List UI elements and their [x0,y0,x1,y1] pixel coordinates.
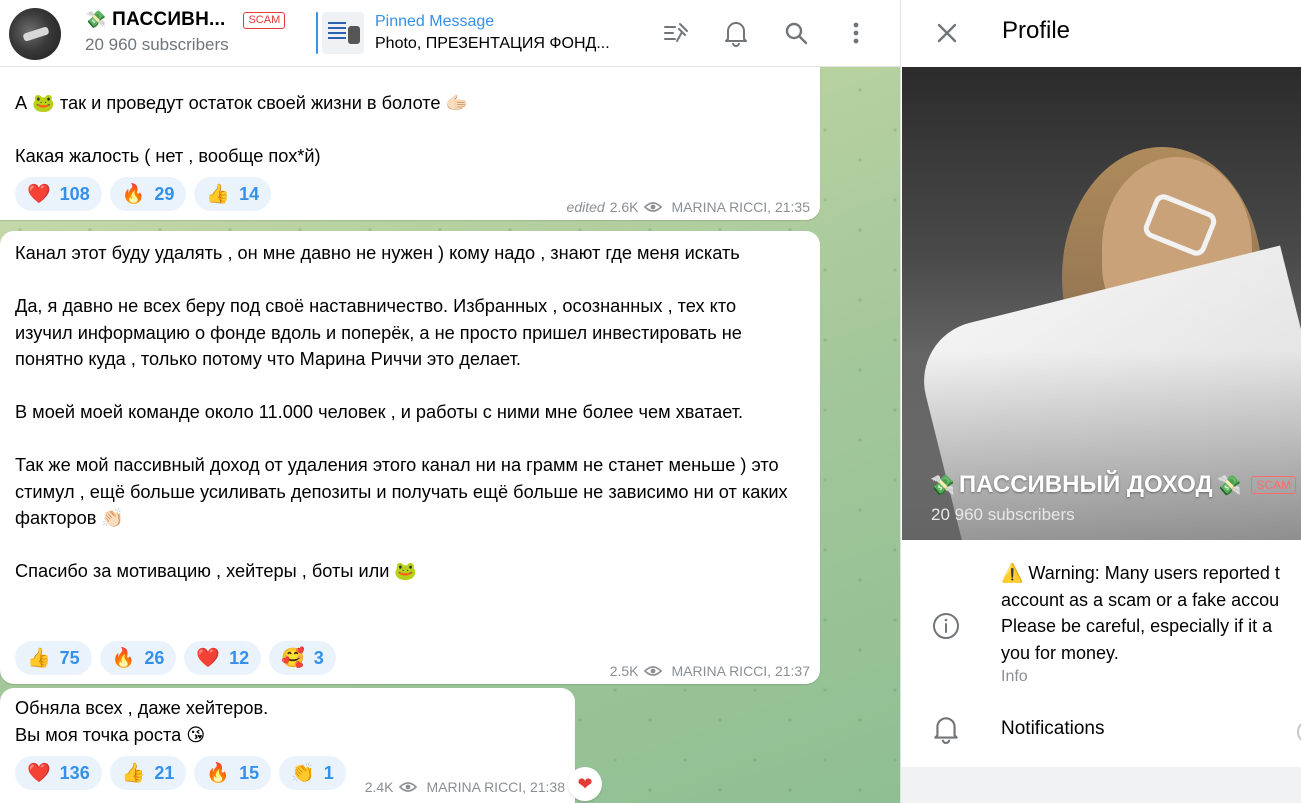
more-vertical-icon[interactable] [841,18,871,48]
info-label: Info [1001,668,1028,685]
channel-title-row[interactable]: 💸 ПАССИВН... SCAM [85,9,286,31]
reaction-fire[interactable]: 🔥 29 [109,177,187,211]
close-profile-button[interactable] [932,18,962,48]
bell-icon[interactable] [721,18,751,48]
reaction-thumbs-up[interactable]: 👍 14 [194,177,272,211]
reactions-row: ❤️ 136 👍 21 🔥 15 👏 1 [15,756,346,790]
eye-icon [398,782,417,792]
notifications-row[interactable]: Notifications [901,708,1301,753]
eye-icon [643,202,662,212]
eye-icon [643,666,662,676]
pinned-indicator-bar [316,12,318,54]
author-time: MARINA RICCI, 21:35 [671,199,811,215]
close-icon [937,23,957,43]
message-text: А 🐸 так и проведут остаток своей жизни в… [15,93,469,166]
scam-badge: SCAM [243,11,286,29]
reaction-fire[interactable]: 🔥 15 [194,756,272,790]
pinned-thumbnail [322,12,364,54]
bell-icon [934,717,958,744]
message-text: Обняла всех , даже хейтеров. Вы моя точк… [15,698,269,745]
reaction-thumbs-up[interactable]: 👍 21 [109,756,187,790]
reactions-row: 👍 75 🔥 26 ❤️ 12 🥰 3 [15,641,336,675]
view-count: 2.6K [609,199,639,215]
pinned-label: Pinned Message [375,13,495,30]
edited-label: edited [566,199,605,215]
chat-panel: 💸 ПАССИВН... SCAM 20 960 subscribers Pin… [0,0,900,803]
section-divider [901,767,1301,803]
notifications-label: Notifications [1001,718,1105,739]
reaction-smiling-hearts[interactable]: 🥰 3 [269,641,336,675]
profile-title: Profile [1002,17,1071,44]
reaction-heart[interactable]: ❤️ 12 [184,641,262,675]
profile-photo[interactable] [902,67,1301,540]
pin-list-icon[interactable] [661,18,691,48]
reaction-clap[interactable]: 👏 1 [279,756,346,790]
message-text: Канал этот буду удалять , он мне давно н… [15,243,788,581]
view-count: 2.4K [364,779,394,795]
profile-name: ПАССИВНЫЙ ДОХОД [958,471,1213,498]
profile-header: Profile [901,0,1301,66]
profile-name-row: 💸 ПАССИВНЫЙ ДОХОД 💸 SCAM [930,471,1297,499]
profile-subscribers: 20 960 subscribers [931,505,1075,524]
channel-avatar[interactable] [9,8,61,60]
scam-badge: SCAM [1251,476,1297,494]
message-meta: edited 2.6K MARINA RICCI, 21:35 [567,199,810,215]
profile-panel: Profile 💸 ПАССИВНЫЙ ДОХОД 💸 SCAM 20 960 … [900,0,1301,803]
reaction-heart[interactable]: ❤️ 108 [15,177,102,211]
message-bubble[interactable]: Обняла всех , даже хейтеров. Вы моя точк… [0,688,575,803]
reactions-row: ❤️ 108 🔥 29 👍 14 [15,177,272,211]
money-wings-emoji: 💸 [1216,474,1242,497]
channel-subscribers: 20 960 subscribers [85,35,229,54]
pinned-message[interactable]: Pinned Message Photo, ПРЕЗЕНТАЦИЯ ФОНД..… [316,9,610,57]
message-bubble[interactable]: А 🐸 так и проведут остаток своей жизни в… [0,67,820,220]
reaction-thumbs-up[interactable]: 👍 75 [15,641,92,675]
search-icon[interactable] [781,18,811,48]
quick-reaction-heart-button[interactable]: ❤ [568,767,602,801]
reaction-fire[interactable]: 🔥 26 [99,641,177,675]
channel-title: ПАССИВН... [112,9,226,30]
notifications-toggle[interactable] [1297,720,1301,744]
author-time: MARINA RICCI, 21:37 [671,663,811,679]
photo-gradient-overlay [902,67,1301,540]
message-bubble[interactable]: Канал этот буду удалять , он мне давно н… [0,231,820,684]
message-meta: 2.5K MARINA RICCI, 21:37 [610,663,810,679]
chat-header: 💸 ПАССИВН... SCAM 20 960 subscribers Pin… [0,0,900,67]
info-icon [933,613,959,639]
pinned-text: Pinned Message Photo, ПРЕЗЕНТАЦИЯ ФОНД..… [375,11,610,55]
heart-icon: ❤ [577,773,593,794]
pinned-preview: Photo, ПРЕЗЕНТАЦИЯ ФОНД... [375,35,610,52]
money-wings-emoji: 💸 [85,10,107,29]
author-time: MARINA RICCI, 21:38 [426,779,566,795]
reaction-heart[interactable]: ❤️ 136 [15,756,102,790]
money-wings-emoji: 💸 [930,474,955,497]
scam-warning-text: ⚠️ Warning: Many users reported t accoun… [1001,563,1280,663]
view-count: 2.5K [609,663,639,679]
message-meta: 2.4K MARINA RICCI, 21:38 [365,779,565,795]
